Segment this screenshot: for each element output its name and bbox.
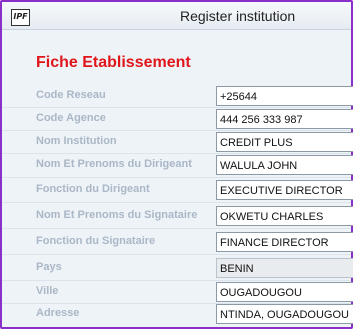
row-code-agence: Code Agence 444 256 333 987: [2, 109, 353, 131]
label-pays: Pays: [36, 261, 62, 273]
ville-input[interactable]: OUGADOUGOU: [216, 282, 353, 302]
code-agence-input[interactable]: 444 256 333 987: [216, 109, 353, 129]
nom-dirigeant-input[interactable]: WALULA JOHN: [216, 155, 353, 175]
row-divider: [2, 153, 351, 154]
row-nom-dirigeant: Nom Et Prenoms du Dirigeant WALULA JOHN: [2, 155, 353, 177]
label-code-reseau: Code Reseau: [36, 89, 106, 101]
form-heading: Fiche Etablissement: [36, 54, 191, 71]
label-nom-institution: Nom Institution: [36, 135, 117, 147]
row-divider: [2, 280, 351, 281]
row-nom-institution: Nom Institution CREDIT PLUS: [2, 132, 353, 154]
row-nom-signataire: Nom Et Prenoms du Signataire OKWETU CHAR…: [2, 206, 353, 228]
row-code-reseau: Code Reseau +25644: [2, 86, 353, 108]
label-nom-dirigeant: Nom Et Prenoms du Dirigeant: [36, 158, 192, 170]
row-adresse: Adresse NTINDA, OUGADOUGOU: [2, 304, 353, 326]
adresse-input[interactable]: NTINDA, OUGADOUGOU: [216, 304, 353, 324]
register-institution-window: IPF Register institution Fiche Etablisse…: [0, 0, 353, 329]
row-divider: [2, 107, 351, 108]
label-nom-signataire: Nom Et Prenoms du Signataire: [36, 209, 198, 221]
fonction-signataire-input[interactable]: FINANCE DIRECTOR: [216, 232, 353, 252]
window-title: Register institution: [180, 8, 296, 24]
row-fonction-dirigeant: Fonction du Dirigeant EXECUTIVE DIRECTOR: [2, 180, 353, 202]
label-adresse: Adresse: [36, 307, 80, 319]
row-pays: Pays BENIN: [2, 258, 353, 280]
pays-select[interactable]: BENIN: [216, 258, 353, 278]
label-fonction-dirigeant: Fonction du Dirigeant: [36, 183, 150, 195]
row-fonction-signataire: Fonction du Signataire FINANCE DIRECTOR: [2, 232, 353, 254]
code-reseau-input[interactable]: +25644: [216, 86, 353, 106]
row-divider: [2, 254, 351, 255]
fonction-dirigeant-input[interactable]: EXECUTIVE DIRECTOR: [216, 180, 353, 200]
label-fonction-signataire: Fonction du Signataire: [36, 235, 156, 247]
row-ville: Ville OUGADOUGOU: [2, 282, 353, 304]
title-bar: IPF Register institution: [2, 2, 351, 30]
label-ville: Ville: [36, 285, 59, 297]
row-divider: [2, 130, 351, 131]
row-divider: [2, 177, 351, 178]
label-code-agence: Code Agence: [36, 112, 106, 124]
row-divider: [2, 202, 351, 203]
row-divider: [2, 228, 351, 229]
nom-signataire-input[interactable]: OKWETU CHARLES: [216, 206, 353, 226]
nom-institution-input[interactable]: CREDIT PLUS: [216, 132, 353, 152]
app-icon: IPF: [11, 9, 30, 26]
